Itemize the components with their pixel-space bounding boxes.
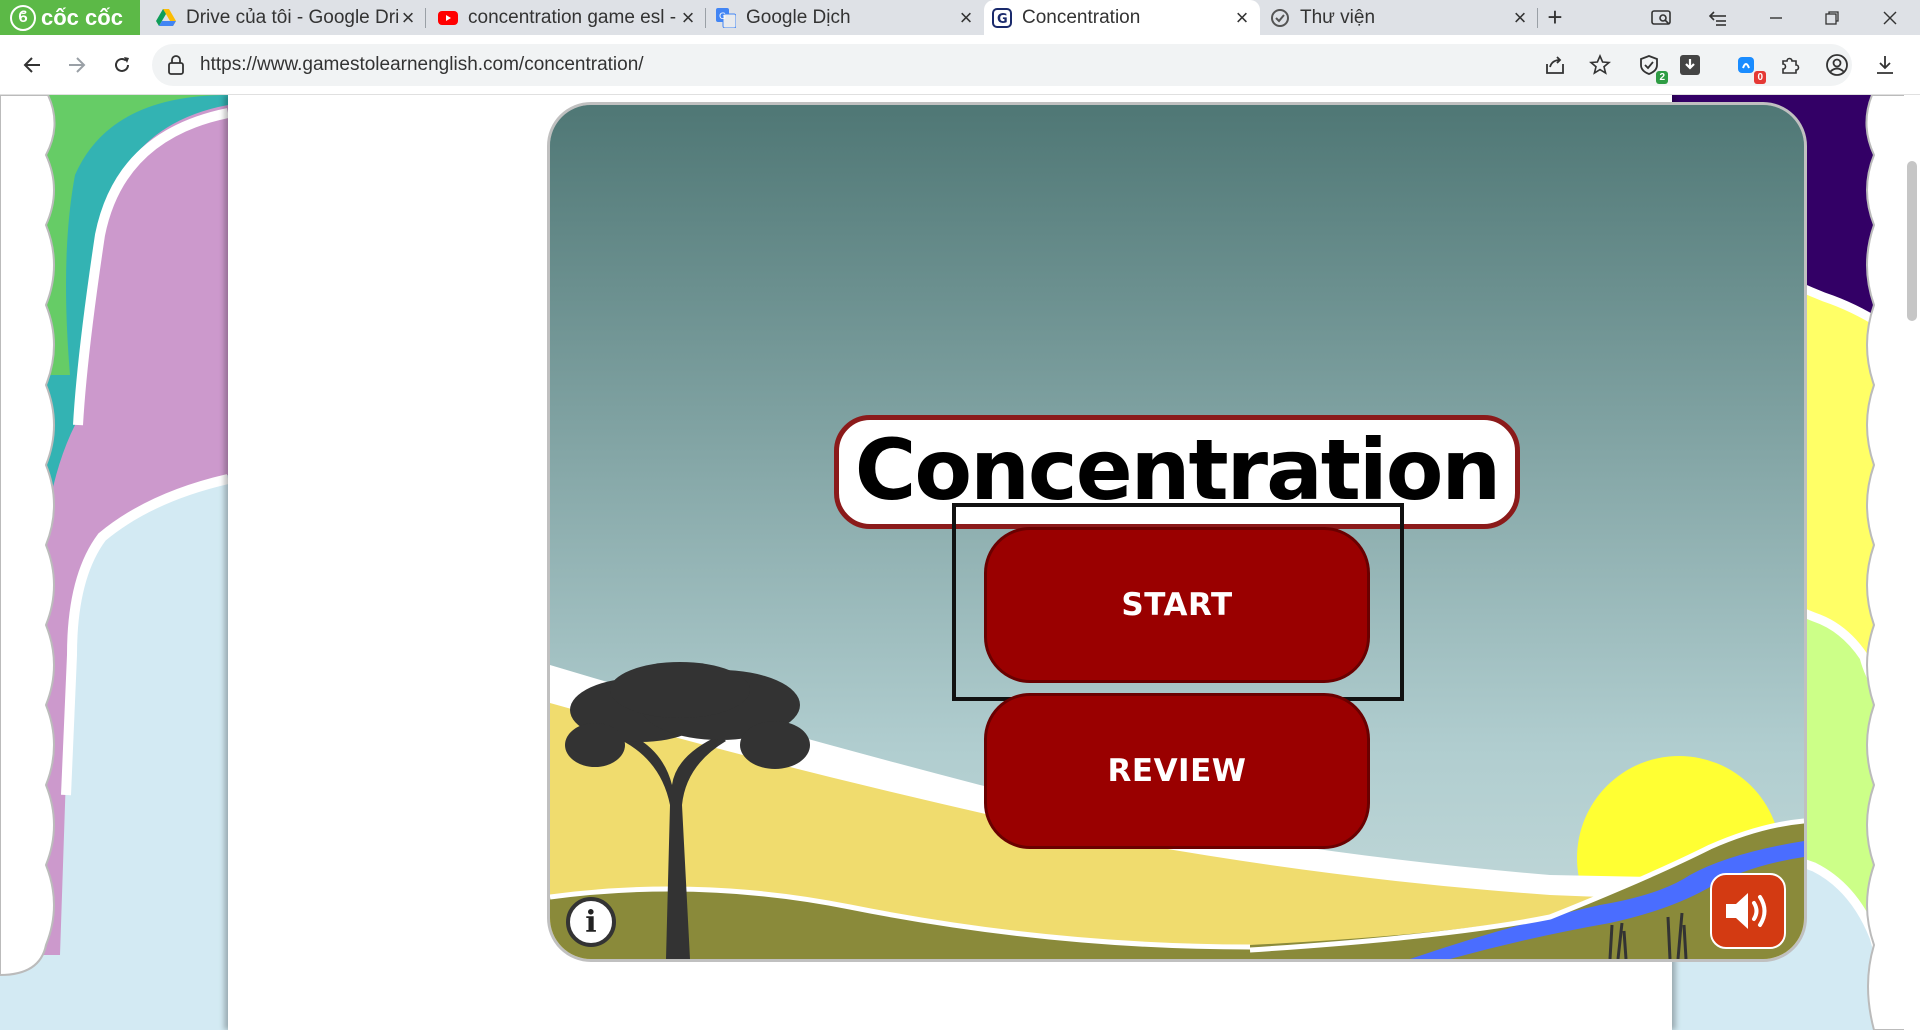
download-icon <box>1877 56 1893 74</box>
close-tab-icon[interactable]: × <box>1232 6 1252 28</box>
page-viewport: Concentration START REVIEW i <box>0 95 1920 1030</box>
info-icon: i <box>585 904 597 940</box>
back-button[interactable] <box>17 50 47 80</box>
forward-arrow-icon <box>69 57 86 73</box>
puzzle-icon <box>1782 57 1800 74</box>
minimize-icon <box>1770 16 1782 19</box>
tab-search-icon <box>1651 9 1671 25</box>
reload-icon <box>115 57 129 72</box>
shield-badge: 2 <box>1656 71 1668 84</box>
game-canvas[interactable]: Concentration START REVIEW i <box>547 102 1807 962</box>
tab-strip: ϐ cốc cốc Drive của tôi - Google Drive ×… <box>0 0 1920 35</box>
coccoc-logo-icon: ϐ <box>10 4 36 31</box>
profile-icon <box>1826 54 1848 76</box>
tab-title: Concentration <box>1022 6 1141 28</box>
tab-youtube[interactable]: concentration game esl - YouTube × <box>430 0 706 35</box>
tab-google-translate[interactable]: G Google Dịch × <box>708 0 984 35</box>
tab-library[interactable]: Thư viện × <box>1262 0 1538 35</box>
adblock-button[interactable]: 2 <box>1634 50 1668 84</box>
close-window-button[interactable] <box>1870 0 1910 35</box>
restore-icon <box>1825 10 1839 25</box>
tab-separator <box>705 8 706 28</box>
share-button[interactable] <box>1540 50 1570 80</box>
tab-title: Drive của tôi - Google Drive <box>186 6 398 28</box>
tab-concentration[interactable]: G Concentration × <box>984 0 1260 35</box>
forward-button[interactable] <box>62 50 92 80</box>
restore-button[interactable] <box>1812 0 1852 35</box>
close-tab-icon[interactable]: × <box>956 6 976 28</box>
tab-separator <box>425 8 426 28</box>
brand-name: cốc cốc <box>41 4 123 30</box>
google-translate-icon: G <box>716 7 736 28</box>
svg-text:G: G <box>997 12 1008 27</box>
minimize-button[interactable] <box>1756 0 1796 35</box>
tab-actions-button[interactable] <box>1698 0 1738 35</box>
profile-button[interactable] <box>1822 50 1852 80</box>
sound-toggle-button[interactable] <box>1710 873 1786 949</box>
star-icon <box>1589 54 1611 75</box>
content-panel: Concentration START REVIEW i <box>228 95 1807 1030</box>
extension-badge: 0 <box>1754 71 1766 84</box>
gamestolearnenglish-icon: G <box>992 7 1012 28</box>
tab-title: Thư viện <box>1300 6 1376 28</box>
info-button[interactable]: i <box>566 897 616 947</box>
url-text[interactable]: https://www.gamestolearnenglish.com/conc… <box>200 54 644 76</box>
google-drive-icon <box>156 8 176 28</box>
downloads-button[interactable] <box>1870 50 1900 80</box>
tab-actions-icon <box>1708 10 1726 26</box>
lock-icon[interactable] <box>168 55 184 80</box>
review-button[interactable]: REVIEW <box>984 693 1370 849</box>
scrollbar-thumb[interactable] <box>1907 161 1917 321</box>
extension-button[interactable]: 0 <box>1732 50 1766 84</box>
library-icon <box>1270 8 1290 28</box>
browser-toolbar: https://www.gamestolearnenglish.com/conc… <box>0 35 1920 95</box>
left-decorative-background <box>0 95 228 1030</box>
speaker-icon <box>1726 893 1767 929</box>
close-icon <box>1883 11 1897 24</box>
coccoc-menu-button[interactable]: ϐ cốc cốc <box>0 0 140 35</box>
close-tab-icon[interactable]: × <box>1510 6 1530 28</box>
vertical-scrollbar[interactable] <box>1904 95 1920 1030</box>
tab-google-drive[interactable]: Drive của tôi - Google Drive × <box>148 0 426 35</box>
share-icon <box>1546 56 1564 74</box>
reload-button[interactable] <box>107 50 137 80</box>
close-tab-icon[interactable]: × <box>678 6 698 28</box>
new-tab-button[interactable]: + <box>1540 0 1570 35</box>
tab-title: Google Dịch <box>746 6 851 28</box>
savior-download-button[interactable] <box>1675 50 1705 80</box>
close-tab-icon[interactable]: × <box>398 6 418 28</box>
youtube-icon <box>438 8 458 28</box>
start-button[interactable]: START <box>984 527 1370 683</box>
back-arrow-icon <box>23 57 40 73</box>
extensions-menu-button[interactable] <box>1775 50 1805 80</box>
svg-text:G: G <box>719 12 726 22</box>
tab-title: concentration game esl - YouTube <box>468 6 678 28</box>
tab-search-button[interactable] <box>1642 0 1682 35</box>
bookmark-button[interactable] <box>1585 50 1615 80</box>
download-video-icon <box>1680 55 1700 75</box>
tab-separator <box>1537 8 1538 28</box>
